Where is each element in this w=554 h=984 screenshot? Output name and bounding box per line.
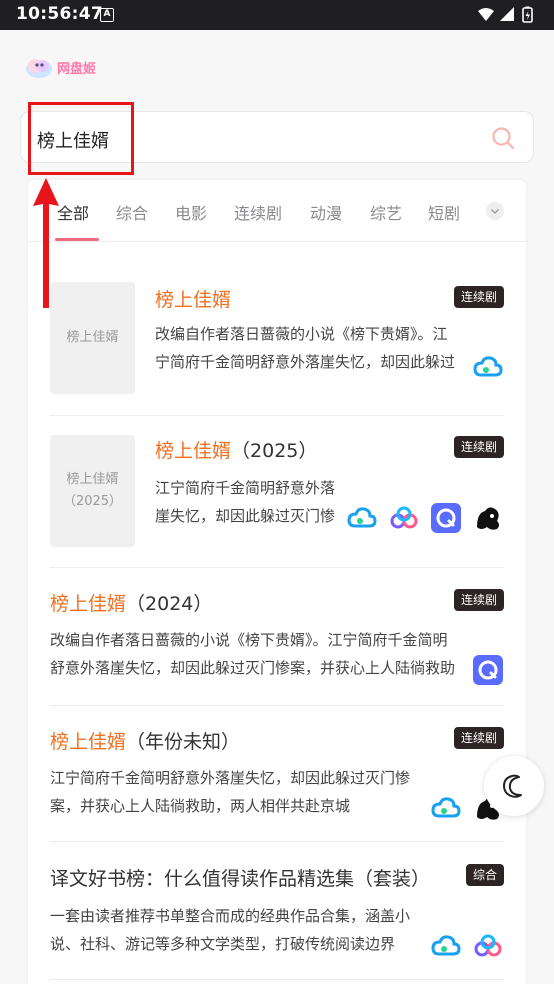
baidu-cloud-icon[interactable] bbox=[430, 792, 462, 824]
provider-icons bbox=[430, 930, 504, 962]
status-time: 10:56:47 bbox=[16, 4, 103, 24]
baidu-cloud-icon[interactable] bbox=[430, 930, 462, 962]
tab-variety[interactable]: 综艺 bbox=[370, 200, 402, 224]
uc-icon[interactable] bbox=[472, 502, 504, 534]
signal-icon bbox=[500, 7, 514, 21]
result-item[interactable]: 榜上佳婿 榜上佳婿 连续剧 改编自作者落日蔷薇的小说《榜下贵婿》。江宁简府千金简… bbox=[50, 242, 504, 416]
category-badge: 连续剧 bbox=[453, 286, 504, 308]
tab-series[interactable]: 连续剧 bbox=[234, 200, 282, 224]
quark-icon[interactable] bbox=[430, 502, 462, 534]
logo-icon bbox=[26, 59, 52, 78]
battery-icon bbox=[522, 6, 533, 23]
result-description: 改编自作者落日蔷薇的小说《榜下贵婿》。江宁简府千金简明舒意外落崖失忆，却因此躲过… bbox=[50, 631, 456, 677]
baidu-cloud-icon[interactable] bbox=[472, 351, 504, 383]
result-description: 江宁简府千金简明舒意外落崖失忆，却因此躲过灭门惨案 bbox=[155, 479, 336, 525]
result-description: 一套由读者推荐书单整合而成的经典作品合集，涵盖小说、社科、游记等多种文学类型，打… bbox=[50, 907, 411, 953]
poster-placeholder: 榜上佳婿 （2025） bbox=[50, 435, 135, 547]
annotation-highlight-box bbox=[28, 102, 134, 175]
category-badge: 连续剧 bbox=[453, 589, 504, 611]
tab-anime[interactable]: 动漫 bbox=[310, 200, 342, 224]
result-title[interactable]: 榜上佳婿（年份未知） bbox=[50, 727, 240, 754]
result-item[interactable]: 译文好书榜：什么值得读作品精选集（套装） 综合 一套由读者推荐书单整合而成的经典… bbox=[50, 842, 504, 980]
result-title[interactable]: 榜上佳婿（2024） bbox=[50, 589, 212, 616]
category-tabs: 全部 综合 电影 连续剧 动漫 综艺 短剧 bbox=[28, 180, 526, 242]
provider-icons bbox=[472, 351, 504, 383]
wifi-icon bbox=[478, 8, 494, 21]
quark-icon[interactable] bbox=[472, 654, 504, 686]
status-bar: 10:56:47 A bbox=[0, 0, 554, 30]
tabs-expand-button[interactable] bbox=[486, 202, 504, 220]
results-panel: 全部 综合 电影 连续剧 动漫 综艺 短剧 榜上佳婿 榜上佳婿 连续剧 改编自作… bbox=[28, 180, 526, 984]
aliyun-drive-icon[interactable] bbox=[388, 502, 420, 534]
moon-icon bbox=[503, 774, 522, 798]
chevron-down-icon bbox=[491, 209, 499, 214]
tab-movie[interactable]: 电影 bbox=[175, 200, 207, 224]
notification-icon: A bbox=[100, 8, 114, 22]
tab-general[interactable]: 综合 bbox=[116, 200, 148, 224]
category-badge: 连续剧 bbox=[453, 436, 504, 458]
result-item[interactable]: 榜上佳婿（2024） 连续剧 改编自作者落日蔷薇的小说《榜下贵婿》。江宁简府千金… bbox=[50, 568, 504, 706]
provider-icons bbox=[346, 502, 504, 534]
category-badge: 连续剧 bbox=[453, 727, 504, 749]
category-badge: 综合 bbox=[465, 864, 504, 886]
result-title[interactable]: 译文好书榜：什么值得读作品精选集（套装） bbox=[50, 864, 444, 891]
aliyun-drive-icon[interactable] bbox=[472, 930, 504, 962]
baidu-cloud-icon[interactable] bbox=[346, 502, 378, 534]
provider-icons bbox=[472, 654, 504, 686]
result-title[interactable]: 榜上佳婿（2025） bbox=[155, 436, 317, 463]
result-item[interactable]: 榜上佳婿（年份未知） 连续剧 江宁简府千金简明舒意外落崖失忆，却因此躲过灭门惨案… bbox=[50, 706, 504, 842]
result-item[interactable]: 榜上佳婿 （2025） 榜上佳婿（2025） 连续剧 江宁简府千金简明舒意外落崖… bbox=[50, 416, 504, 568]
logo-text: 网盘姬 bbox=[57, 62, 97, 77]
result-title[interactable]: 榜上佳婿 bbox=[155, 285, 231, 312]
search-icon[interactable] bbox=[491, 126, 515, 154]
dark-mode-button[interactable] bbox=[484, 756, 544, 816]
poster-placeholder: 榜上佳婿 bbox=[50, 282, 135, 394]
result-description: 江宁简府千金简明舒意外落崖失忆，却因此躲过灭门惨案，并获心上人陆徜救助，两人相伴… bbox=[50, 769, 411, 815]
app-logo[interactable]: 网盘姬 bbox=[24, 54, 96, 80]
system-icons bbox=[476, 6, 540, 28]
annotation-arrow-icon bbox=[33, 178, 59, 308]
tab-short-drama[interactable]: 短剧 bbox=[428, 200, 460, 224]
result-description: 改编自作者落日蔷薇的小说《榜下贵婿》。江宁简府千金简明舒意外落崖失忆，却因此躲过… bbox=[155, 325, 456, 371]
